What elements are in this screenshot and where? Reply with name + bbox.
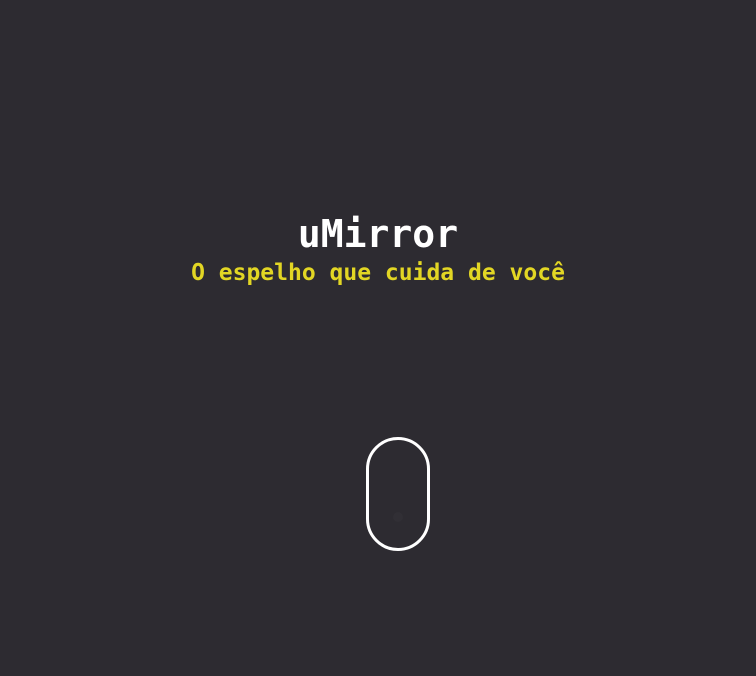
app-title: uMirror: [297, 212, 459, 256]
mouse-scroll-icon[interactable]: [366, 437, 430, 551]
hero-section: uMirror O espelho que cuida de você: [0, 210, 756, 290]
scroll-wheel-dot: [393, 512, 403, 522]
app-tagline: O espelho que cuida de você: [191, 260, 565, 286]
